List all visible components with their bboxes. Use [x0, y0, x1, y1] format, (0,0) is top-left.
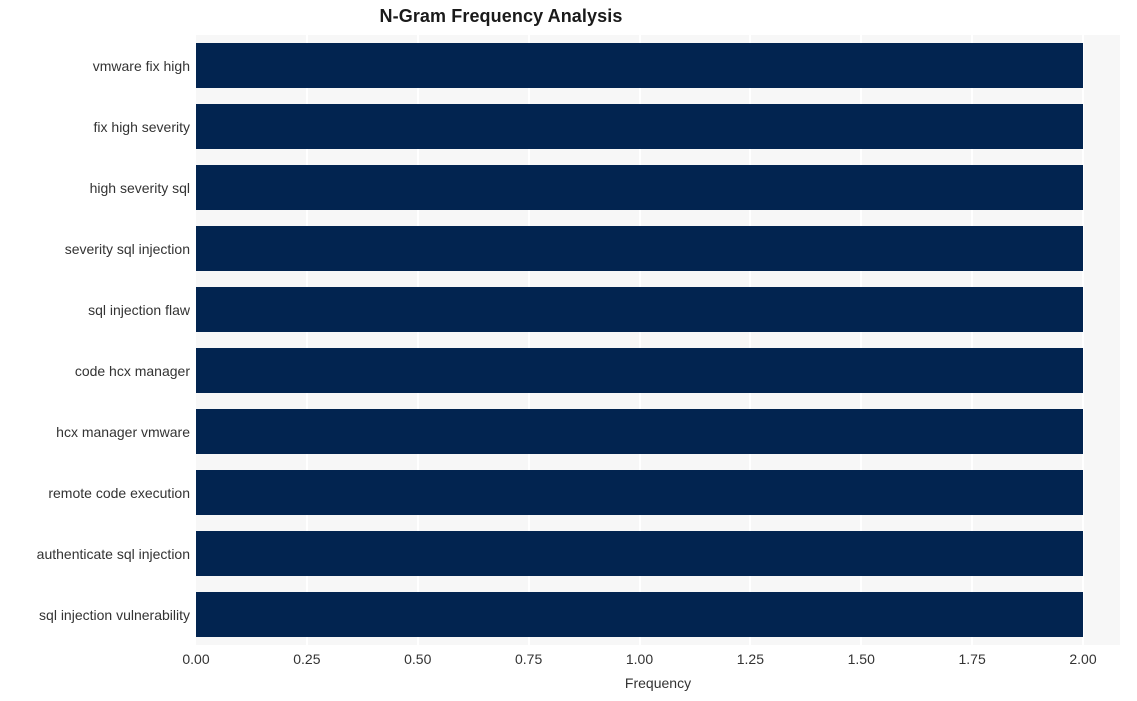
bar-series	[196, 35, 1120, 645]
x-tick-label: 1.25	[736, 651, 764, 667]
bar-row	[196, 592, 1120, 637]
bar-row	[196, 470, 1120, 515]
x-tick-label: 0.25	[293, 651, 321, 667]
y-tick-label: severity sql injection	[64, 240, 190, 257]
y-tick-label: vmware fix high	[92, 57, 190, 74]
x-tick-label: 1.00	[625, 651, 654, 667]
bar[interactable]	[196, 104, 1083, 149]
y-tick-label: fix high severity	[93, 118, 190, 135]
chart-title-text: N-Gram Frequency Analysis	[379, 6, 623, 26]
x-tick-label: 1.50	[847, 651, 875, 667]
bar[interactable]	[196, 348, 1083, 393]
x-tick-label: 1.75	[958, 651, 986, 667]
y-tick-label: authenticate sql injection	[36, 545, 190, 562]
y-tick-label: sql injection vulnerability	[39, 606, 190, 623]
bar-row	[196, 104, 1120, 149]
y-tick-label: code hcx manager	[74, 362, 190, 379]
bar-row	[196, 165, 1120, 210]
bar[interactable]	[196, 226, 1083, 271]
bar[interactable]	[196, 287, 1083, 332]
y-tick-label: high severity sql	[89, 179, 190, 196]
bar[interactable]	[196, 409, 1083, 454]
bar-row	[196, 43, 1120, 88]
bar[interactable]	[196, 165, 1083, 210]
x-axis: 0.00 0.25 0.50 0.75 1.00 1.25 1.50 1.75 2.00	[182, 651, 1120, 671]
x-tick-label: 0.50	[404, 651, 432, 667]
bar-row	[196, 226, 1120, 271]
x-tick-label: 0.75	[515, 651, 543, 667]
y-tick-label: sql injection flaw	[88, 301, 190, 318]
chart-figure: N-Gram Frequency Analysis vmware fix hig…	[0, 0, 1137, 701]
bar-row	[196, 287, 1120, 332]
bar[interactable]	[196, 531, 1083, 576]
x-tick-label: 0.00	[182, 651, 210, 667]
bar-row	[196, 348, 1120, 393]
x-axis-title: Frequency	[196, 675, 1120, 691]
bar-row	[196, 531, 1120, 576]
bar-row	[196, 409, 1120, 454]
y-tick-label: remote code execution	[48, 484, 190, 501]
plot-area	[196, 35, 1120, 645]
x-axis-title-text: Frequency	[624, 675, 692, 691]
y-tick-label: hcx manager vmware	[56, 423, 190, 440]
bar[interactable]	[196, 43, 1083, 88]
chart-title: N-Gram Frequency Analysis	[0, 6, 1137, 27]
bar[interactable]	[196, 592, 1083, 637]
x-tick-label: 2.00	[1069, 651, 1097, 667]
bar[interactable]	[196, 470, 1083, 515]
y-axis: vmware fix high fix high severity high sev…	[0, 35, 190, 645]
